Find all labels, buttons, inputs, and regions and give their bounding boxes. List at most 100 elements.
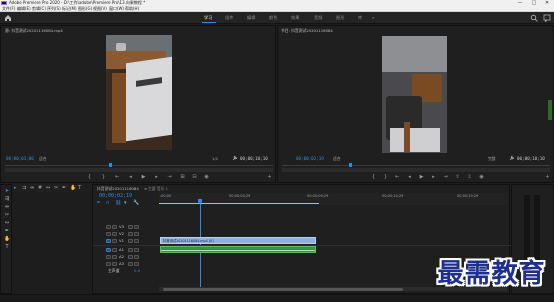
pen-icon[interactable]: ✒: [62, 184, 66, 192]
v3-visibility-icon[interactable]: [134, 224, 139, 229]
v1-visibility-icon[interactable]: [134, 238, 139, 243]
a1-solo-icon[interactable]: [134, 247, 139, 252]
selection-tool-icon[interactable]: ➤: [4, 188, 10, 195]
export-frame-icon[interactable]: ◉: [478, 174, 485, 180]
a1-sync-icon[interactable]: [112, 247, 117, 252]
program-playhead[interactable]: [349, 163, 352, 167]
master-volume-value[interactable]: 0.0: [134, 268, 140, 274]
program-zoom-scrollbar[interactable]: [282, 168, 550, 172]
type-tool-icon[interactable]: T: [4, 244, 10, 251]
source-playhead-timecode[interactable]: 00;00;03;00: [6, 156, 34, 161]
source-monitor-title[interactable]: 源: 抖音测试20201116084.mp4: [5, 28, 63, 34]
go-to-out-icon[interactable]: ⇥: [442, 174, 449, 180]
source-video-frame[interactable]: [106, 35, 172, 150]
workspace-tab-graphics[interactable]: 图形: [336, 12, 344, 24]
v3-toggle-output-icon[interactable]: [128, 224, 133, 229]
wrench-icon[interactable]: [232, 155, 238, 161]
a3-mute-icon[interactable]: [128, 261, 133, 266]
source-resolution-select[interactable]: 1/2: [212, 156, 218, 161]
home-icon[interactable]: [4, 14, 12, 22]
timeline-scroll-thumb[interactable]: [163, 287, 403, 291]
search-icon[interactable]: [530, 14, 538, 22]
program-zoom-select[interactable]: 适合: [333, 156, 341, 162]
step-back-icon[interactable]: ◂: [127, 174, 134, 180]
source-playhead[interactable]: [109, 163, 112, 167]
mark-out-icon[interactable]: }: [382, 174, 389, 180]
razor-tool-icon[interactable]: ✂: [4, 212, 10, 219]
selection-icon[interactable]: ▸: [14, 184, 17, 192]
nest-icon[interactable]: ⌗: [97, 200, 100, 206]
mark-out-icon[interactable]: }: [100, 174, 107, 180]
program-monitor-title[interactable]: 节目: 抖音测试20201116084: [281, 28, 333, 34]
add-button-icon[interactable]: +: [266, 174, 273, 180]
lift-icon[interactable]: ⇧: [454, 174, 461, 180]
ripple-edit-tool-icon[interactable]: ⇹: [4, 204, 10, 211]
workspace-tab-effects[interactable]: 效果: [291, 12, 299, 24]
v2-toggle-output-icon[interactable]: [128, 231, 133, 236]
mark-in-icon[interactable]: {: [86, 174, 93, 180]
wrench-icon[interactable]: [509, 155, 515, 161]
step-forward-icon[interactable]: ▸: [153, 174, 160, 180]
audio-clip-a1[interactable]: [160, 246, 316, 253]
ripple-icon[interactable]: ⇹: [30, 184, 34, 192]
pen-tool-icon[interactable]: ✒: [4, 228, 10, 235]
a2-lock-icon[interactable]: [106, 254, 111, 259]
a3-lock-icon[interactable]: [106, 261, 111, 266]
program-video-frame[interactable]: [382, 36, 447, 153]
workspace-overflow-button[interactable]: »: [372, 12, 375, 24]
source-time-ruler[interactable]: [5, 165, 273, 166]
step-back-icon[interactable]: ◂: [406, 174, 413, 180]
video-clip-v1[interactable]: 抖音测试20201116084.mp4 [V]: [160, 237, 316, 244]
step-forward-icon[interactable]: ▸: [430, 174, 437, 180]
v2-lock-icon[interactable]: [106, 231, 111, 236]
v1-toggle-output-icon[interactable]: [128, 238, 133, 243]
type-icon[interactable]: T: [78, 184, 81, 192]
a3-sync-icon[interactable]: [112, 261, 117, 266]
linked-selection-icon[interactable]: ⛓: [115, 200, 121, 206]
add-button-icon[interactable]: +: [544, 174, 551, 180]
go-to-in-icon[interactable]: ⇤: [394, 174, 401, 180]
hand-tool-icon[interactable]: ✋: [4, 236, 10, 243]
timeline-settings-icon[interactable]: 🔧: [133, 200, 139, 206]
a3-solo-icon[interactable]: [134, 261, 139, 266]
add-marker-icon[interactable]: ▾: [124, 200, 127, 206]
play-icon[interactable]: ▶: [140, 174, 147, 180]
source-zoom-scrollbar[interactable]: [5, 168, 273, 172]
a2-solo-icon[interactable]: [134, 254, 139, 259]
v3-sync-icon[interactable]: [112, 224, 117, 229]
v2-visibility-icon[interactable]: [134, 231, 139, 236]
workspace-tab-color[interactable]: 颜色: [269, 12, 277, 24]
overwrite-icon[interactable]: ⊟: [191, 174, 198, 180]
play-icon[interactable]: ▶: [418, 174, 425, 180]
go-to-out-icon[interactable]: ⇥: [166, 174, 173, 180]
v2-sync-icon[interactable]: [112, 231, 117, 236]
workspace-tab-audio[interactable]: 音频: [314, 12, 322, 24]
insert-icon[interactable]: ⊞: [179, 174, 186, 180]
snap-icon[interactable]: ∩: [106, 200, 110, 206]
timeline-secondary-tab[interactable]: 主要 音乐 1: [148, 186, 168, 192]
rate-stretch-icon[interactable]: ↔: [46, 184, 50, 192]
source-zoom-select[interactable]: 适合: [39, 156, 47, 162]
timeline-sequence-tab[interactable]: 抖音测试20201116084: [97, 186, 139, 192]
v1-source-patch-icon[interactable]: [106, 238, 111, 243]
work-area-bar[interactable]: [159, 203, 319, 204]
v1-sync-icon[interactable]: [112, 238, 117, 243]
a2-mute-icon[interactable]: [128, 254, 133, 259]
hand-icon[interactable]: ✋: [70, 184, 76, 192]
razor-icon[interactable]: ✂: [54, 184, 58, 192]
program-time-ruler[interactable]: [282, 165, 550, 166]
v3-lock-icon[interactable]: [106, 224, 111, 229]
program-resolution-select[interactable]: 完整: [488, 156, 496, 162]
go-to-in-icon[interactable]: ⇤: [114, 174, 121, 180]
workspace-tab-libraries[interactable]: 库: [358, 12, 362, 24]
workspace-tab-editing[interactable]: 编辑: [247, 12, 255, 24]
timeline-timecode[interactable]: 00;00;02;19: [99, 193, 132, 199]
program-playhead-timecode[interactable]: 00;00;02;19: [296, 156, 324, 161]
workspace-tab-assembly[interactable]: 组件: [225, 12, 233, 24]
track-select-tool-icon[interactable]: ⇶: [4, 196, 10, 203]
export-frame-icon[interactable]: ◉: [203, 174, 210, 180]
extract-icon[interactable]: ⇩: [466, 174, 473, 180]
mark-in-icon[interactable]: {: [370, 174, 377, 180]
a1-source-patch-icon[interactable]: [106, 247, 111, 252]
slip-tool-icon[interactable]: ↔: [4, 220, 10, 227]
